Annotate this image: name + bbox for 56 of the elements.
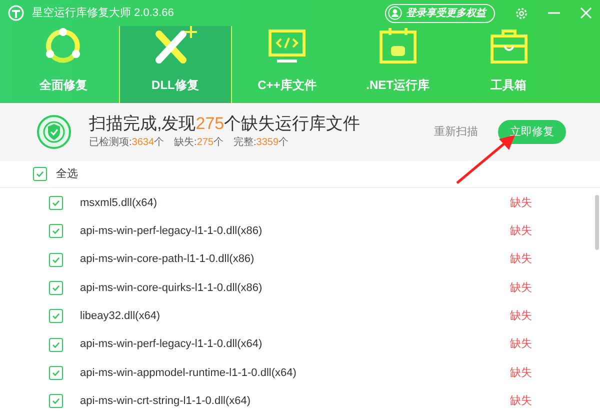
checkmark-icon — [51, 340, 61, 350]
checkmark-icon — [35, 169, 45, 179]
status-text: 缺失 — [510, 366, 532, 381]
file-checkbox[interactable] — [49, 196, 63, 210]
shield-radar-icon — [36, 114, 72, 150]
select-all-checkbox[interactable] — [33, 167, 47, 181]
file-name: api-ms-win-appmodel-runtime-l1-1-0.dll(x64) — [80, 366, 296, 381]
file-name: msxml5.dll(x64) — [80, 196, 158, 211]
status-text: 缺失 — [510, 196, 532, 211]
status-text: 缺失 — [510, 252, 532, 268]
scan-result-text: 扫描完成,发现275个缺失运行库文件 — [89, 114, 360, 132]
status-text: 缺失 — [510, 394, 532, 409]
file-checkbox[interactable] — [49, 281, 63, 296]
nav-tab[interactable]: C++库文件 — [232, 26, 342, 103]
file-name: api-ms-win-crt-string-l1-1-0.dll(x64) — [80, 394, 251, 409]
stat-text: 已检测项:3634个 — [89, 136, 164, 150]
checkmark-icon — [51, 311, 61, 322]
file-name: api-ms-win-perf-legacy-l1-1-0.dll(x86) — [80, 224, 262, 240]
stat-text: 缺失:275个 — [174, 136, 224, 150]
checkmark-icon — [51, 254, 61, 265]
file-name: api-ms-win-perf-legacy-l1-1-0.dll(x64) — [80, 337, 262, 352]
file-checkbox[interactable] — [49, 338, 63, 352]
file-checkbox[interactable] — [49, 366, 63, 380]
nav-tab[interactable]: 工具箱 — [453, 26, 564, 103]
select-all-label: 全选 — [56, 166, 78, 182]
rescan-link[interactable]: 重新扫描 — [434, 124, 478, 140]
checkmark-icon — [51, 226, 61, 236]
repair-now-button[interactable]: 立即修复 — [498, 120, 566, 144]
window-title: 星空运行库修复大师 2.0.3.66 — [32, 6, 174, 21]
crossed-tools-icon — [153, 26, 198, 66]
user-icon — [388, 6, 402, 20]
status-text: 缺失 — [510, 280, 532, 296]
nav-tab[interactable]: DLL修复 — [118, 26, 232, 103]
scrollbar-thumb[interactable] — [595, 195, 599, 250]
nav-tab[interactable]: 全面修复 — [8, 26, 119, 103]
app-logo-icon — [8, 5, 24, 21]
file-checkbox[interactable] — [49, 394, 63, 408]
file-checkbox[interactable] — [49, 224, 63, 238]
login-button[interactable]: 登录享受更多权益 — [385, 4, 495, 22]
file-checkbox[interactable] — [49, 309, 63, 324]
file-name: api-ms-win-core-path-l1-1-0.dll(x86) — [80, 252, 254, 268]
nav-tab[interactable]: .NET运行库 — [342, 26, 454, 103]
checkmark-icon — [51, 283, 61, 294]
file-checkbox[interactable] — [49, 252, 63, 267]
checkmark-icon — [51, 396, 61, 406]
close-icon[interactable] — [580, 7, 592, 19]
checkmark-icon — [51, 368, 61, 378]
file-name: api-ms-win-core-quirks-l1-1-0.dll(x86) — [80, 280, 262, 296]
checkmark-icon — [51, 198, 61, 208]
stat-text: 完整:3359个 — [234, 136, 289, 150]
calendar-net-icon — [378, 26, 418, 66]
settings-icon[interactable] — [515, 6, 528, 20]
status-text: 缺失 — [510, 224, 532, 240]
status-text: 缺失 — [510, 309, 532, 324]
status-text: 缺失 — [510, 337, 532, 352]
file-name: libeay32.dll(x64) — [80, 309, 160, 324]
